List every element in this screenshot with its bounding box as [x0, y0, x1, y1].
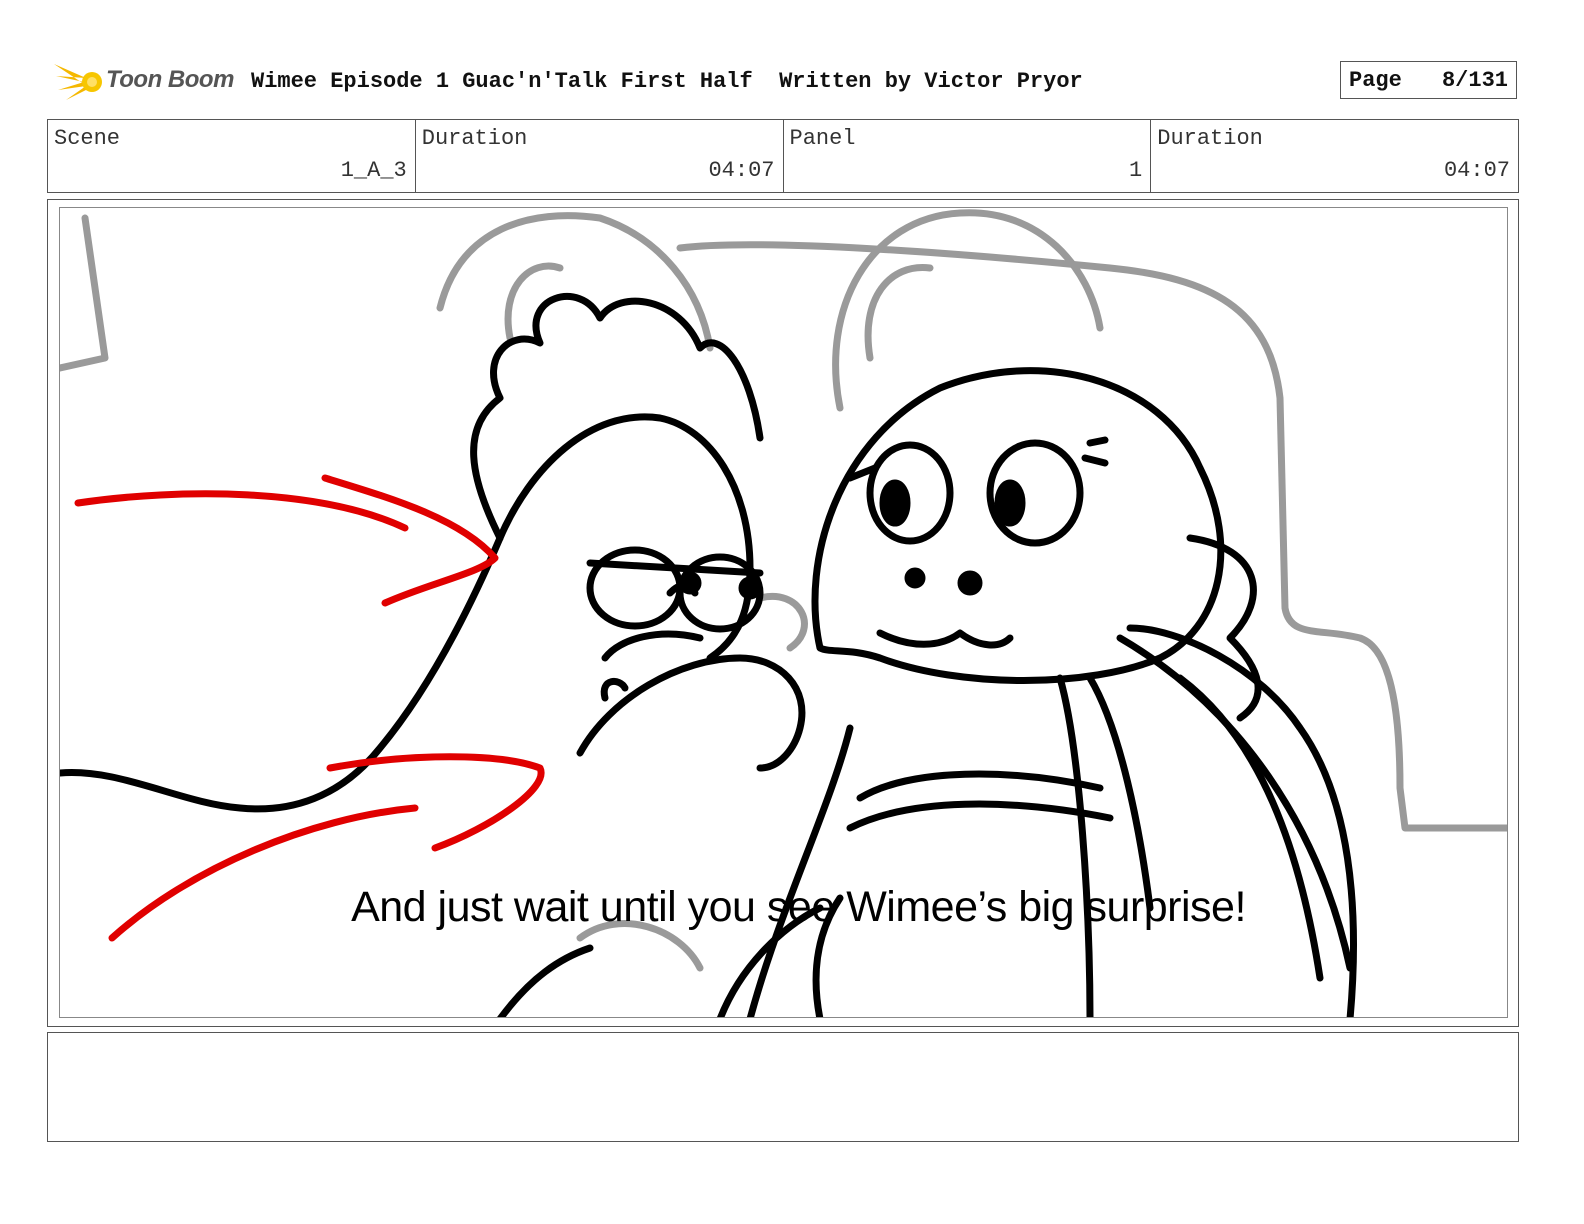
panel-notes-box[interactable] — [47, 1032, 1519, 1142]
motion-lines — [74, 474, 545, 942]
document-title: Wimee Episode 1 Guac'n'Talk First Half W… — [251, 69, 1083, 94]
panel-duration-cell: Duration 04:07 — [1151, 120, 1518, 192]
scene-duration-cell: Duration 04:07 — [416, 120, 784, 192]
storyboard-header: Toon Boom Wimee Episode 1 Guac'n'Talk Fi… — [52, 56, 1528, 106]
scene-duration-label: Duration — [421, 126, 528, 151]
comet-icon — [54, 64, 102, 100]
scene-cell: Scene 1_A_3 — [48, 120, 416, 192]
scene-duration-value: 04:07 — [708, 158, 775, 183]
logo-text: Toon Boom — [106, 66, 234, 93]
page-label: Page — [1349, 68, 1402, 93]
storyboard-panel: And just wait until you see Wimee’s big … — [59, 207, 1508, 1018]
scene-label: Scene — [54, 126, 121, 151]
panel-label: Panel — [789, 126, 856, 151]
panel-duration-value: 04:07 — [1443, 158, 1510, 183]
scene-value: 1_A_3 — [340, 158, 407, 183]
panel-cell: Panel 1 — [784, 120, 1152, 192]
panel-duration-label: Duration — [1157, 126, 1263, 151]
panel-value: 1 — [1129, 158, 1143, 183]
page-number: 8/131 — [1441, 68, 1508, 93]
panel-caption: And just wait until you see Wimee’s big … — [351, 883, 1246, 931]
page-indicator: Page 8/131 — [1340, 61, 1517, 99]
toon-boom-logo: Toon Boom — [52, 56, 242, 104]
scene-info-table: Scene 1_A_3 Duration 04:07 Panel 1 Durat… — [47, 119, 1519, 193]
